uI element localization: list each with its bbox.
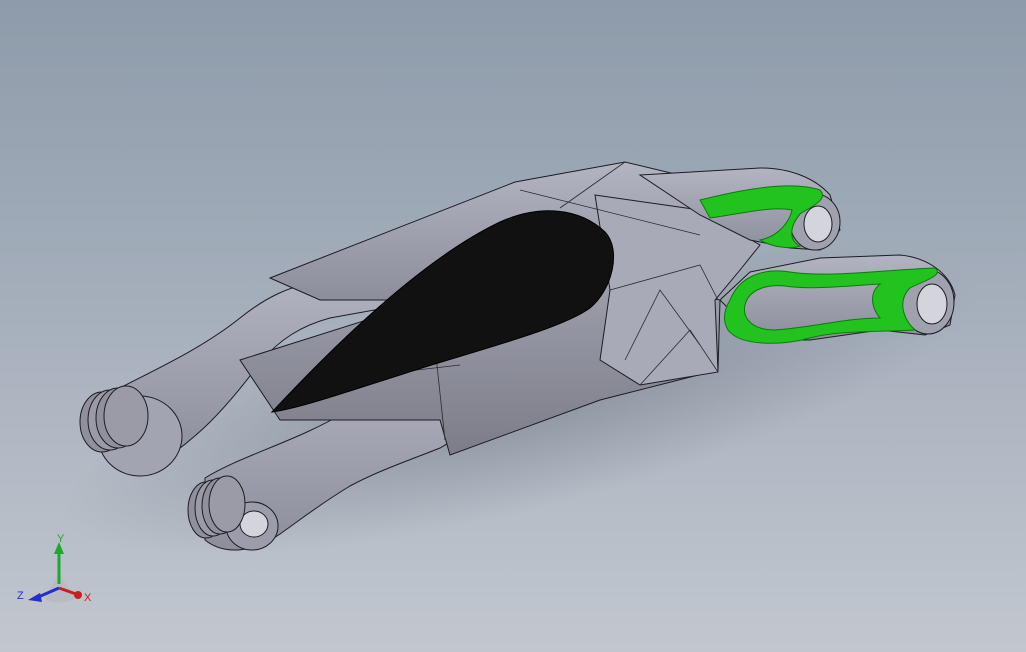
triad-x-label: X [84,592,92,604]
lower-fork-hole [916,283,948,325]
upper-fork-hole [803,205,833,243]
triad-z-label: Z [17,590,24,602]
view-orientation-triad: Y Z X [17,533,92,604]
triad-z-arrow [28,593,42,602]
right-pivot-hole [239,510,269,538]
graphics-viewport[interactable]: Y Z X [0,0,1026,652]
triad-x-arrow [74,591,82,599]
triad-y-label: Y [57,533,65,545]
3d-model-swingarm[interactable] [0,0,1026,652]
